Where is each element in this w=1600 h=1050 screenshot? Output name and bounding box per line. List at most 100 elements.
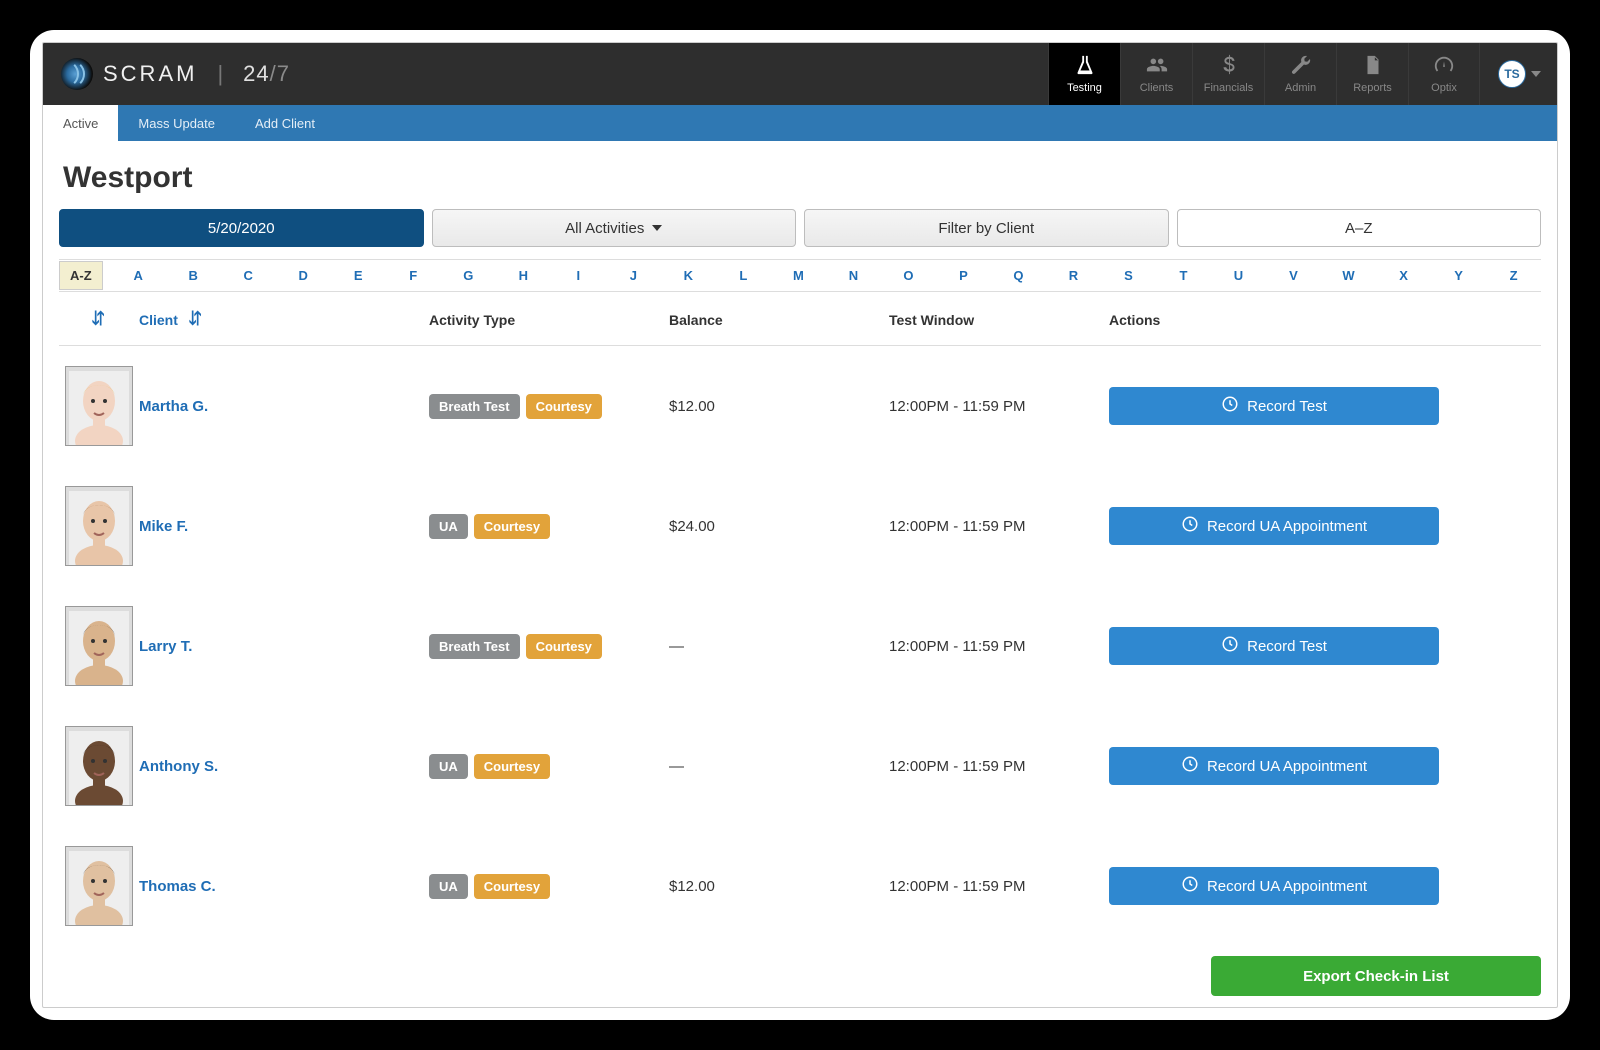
table-row: Mike F. UA Courtesy $24.00 12:00PM - 11:… — [59, 466, 1541, 586]
clock-icon — [1221, 395, 1239, 417]
activity-cell: UA Courtesy — [429, 514, 669, 539]
alpha-letter-E[interactable]: E — [331, 260, 386, 291]
alpha-letter-Q[interactable]: Q — [991, 260, 1046, 291]
alpha-letter-H[interactable]: H — [496, 260, 551, 291]
alpha-letter-L[interactable]: L — [716, 260, 771, 291]
content: Westport 5/20/2020 All Activities Filter… — [43, 141, 1557, 1008]
table-row: Thomas C. UA Courtesy $12.00 12:00PM - 1… — [59, 826, 1541, 946]
topnav-admin[interactable]: Admin — [1264, 43, 1336, 105]
alpha-letter-K[interactable]: K — [661, 260, 716, 291]
brand-sub2: /7 — [270, 61, 290, 86]
client-avatar[interactable] — [65, 846, 133, 926]
activity-tag-primary: UA — [429, 514, 468, 539]
alpha-letter-V[interactable]: V — [1266, 260, 1321, 291]
topnav: TestingClientsFinancials Admin ReportsOpti… — [1048, 43, 1480, 105]
test-window-cell: 12:00PM - 11:59 PM — [889, 638, 1109, 655]
col-sort[interactable] — [59, 308, 139, 331]
subnav-active[interactable]: Active — [43, 105, 118, 141]
export-row: Export Check-in List — [59, 956, 1541, 996]
alpha-letter-Z[interactable]: Z — [1486, 260, 1541, 291]
table-row: Anthony S. UA Courtesy — 12:00PM - 11:59… — [59, 706, 1541, 826]
table-header: Client Activity Type Balance Test Window… — [59, 292, 1541, 346]
action-cell: Record UA Appointment — [1109, 507, 1541, 545]
activity-tag-courtesy: Courtesy — [474, 514, 550, 539]
table-row: Martha G. Breath Test Courtesy $12.00 12… — [59, 346, 1541, 466]
filter-date-label: 5/20/2020 — [208, 220, 275, 237]
record_ua-button[interactable]: Record UA Appointment — [1109, 867, 1439, 905]
alpha-letter-F[interactable]: F — [386, 260, 441, 291]
alpha-letter-W[interactable]: W — [1321, 260, 1376, 291]
alpha-letter-T[interactable]: T — [1156, 260, 1211, 291]
client-name-link[interactable]: Martha G. — [139, 398, 208, 415]
flask-icon — [1073, 54, 1097, 79]
chevron-down-icon — [652, 225, 662, 231]
avatar-wrap — [59, 726, 139, 806]
alpha-letter-I[interactable]: I — [551, 260, 606, 291]
export-checkin-button[interactable]: Export Check-in List — [1211, 956, 1541, 996]
activity-cell: UA Courtesy — [429, 754, 669, 779]
client-avatar[interactable] — [65, 606, 133, 686]
topnav-financials[interactable]: Financials — [1192, 43, 1264, 105]
client-avatar[interactable] — [65, 726, 133, 806]
record_test-button[interactable]: Record Test — [1109, 387, 1439, 425]
record_test-button[interactable]: Record Test — [1109, 627, 1439, 665]
topnav-item-label: Admin — [1285, 82, 1316, 94]
user-menu[interactable]: TS — [1492, 43, 1547, 105]
balance-cell: — — [669, 638, 889, 655]
filter-date-button[interactable]: 5/20/2020 — [59, 209, 424, 247]
filter-activities-button[interactable]: All Activities — [432, 209, 797, 247]
alpha-letter-R[interactable]: R — [1046, 260, 1101, 291]
alpha-letter-C[interactable]: C — [221, 260, 276, 291]
filter-bar: 5/20/2020 All Activities Filter by Clien… — [59, 209, 1541, 247]
filter-client-button[interactable]: Filter by Client — [804, 209, 1169, 247]
alpha-letter-S[interactable]: S — [1101, 260, 1156, 291]
topnav-testing[interactable]: Testing — [1048, 43, 1120, 105]
client-name-link[interactable]: Thomas C. — [139, 878, 216, 895]
clock-icon — [1181, 875, 1199, 897]
topnav-clients[interactable]: Clients — [1120, 43, 1192, 105]
col-client[interactable]: Client — [139, 308, 429, 331]
alpha-letter-P[interactable]: P — [936, 260, 991, 291]
alpha-bar: A-Z ABCDEFGHIJKLMNOPQRSTUVWXYZ — [59, 259, 1541, 292]
subnav-mass-update[interactable]: Mass Update — [118, 105, 235, 141]
balance-cell: — — [669, 758, 889, 775]
client-name-link[interactable]: Larry T. — [139, 638, 192, 655]
alpha-letter-X[interactable]: X — [1376, 260, 1431, 291]
chevron-down-icon — [1531, 71, 1541, 77]
col-actions-label: Actions — [1109, 312, 1541, 328]
topnav-optix[interactable]: Optix — [1408, 43, 1480, 105]
page-title: Westport — [63, 161, 1541, 195]
balance-cell: $12.00 — [669, 398, 889, 415]
action-button-label: Record UA Appointment — [1207, 518, 1367, 535]
alpha-letter-Y[interactable]: Y — [1431, 260, 1486, 291]
alpha-letter-D[interactable]: D — [276, 260, 331, 291]
client-name-link[interactable]: Anthony S. — [139, 758, 218, 775]
app-window: SCRAM | 24/7 TestingClientsFinancialsAdm… — [30, 30, 1570, 1020]
alpha-letter-J[interactable]: J — [606, 260, 661, 291]
avatar-wrap — [59, 846, 139, 926]
client-avatar[interactable] — [65, 486, 133, 566]
alpha-letter-U[interactable]: U — [1211, 260, 1266, 291]
client-avatar[interactable] — [65, 366, 133, 446]
alpha-letter-B[interactable]: B — [166, 260, 221, 291]
alpha-all-button[interactable]: A-Z — [59, 261, 103, 290]
alpha-letter-G[interactable]: G — [441, 260, 496, 291]
users-icon — [1145, 54, 1169, 79]
activity-tag-courtesy: Courtesy — [474, 874, 550, 899]
record_ua-button[interactable]: Record UA Appointment — [1109, 747, 1439, 785]
alpha-letter-N[interactable]: N — [826, 260, 881, 291]
subnav-add-client[interactable]: Add Client — [235, 105, 335, 141]
filter-sort-button[interactable]: A–Z — [1177, 209, 1542, 247]
record_ua-button[interactable]: Record UA Appointment — [1109, 507, 1439, 545]
test-window-cell: 12:00PM - 11:59 PM — [889, 878, 1109, 895]
topnav-reports[interactable]: Reports — [1336, 43, 1408, 105]
alpha-letter-O[interactable]: O — [881, 260, 936, 291]
alpha-letter-M[interactable]: M — [771, 260, 826, 291]
action-button-label: Record UA Appointment — [1207, 878, 1367, 895]
alpha-letter-A[interactable]: A — [111, 260, 166, 291]
client-name-link[interactable]: Mike F. — [139, 518, 188, 535]
table-body: Martha G. Breath Test Courtesy $12.00 12… — [59, 346, 1541, 946]
action-cell: Record Test — [1109, 387, 1541, 425]
activity-tag-primary: Breath Test — [429, 634, 520, 659]
client-name-cell: Anthony S. — [139, 758, 429, 775]
